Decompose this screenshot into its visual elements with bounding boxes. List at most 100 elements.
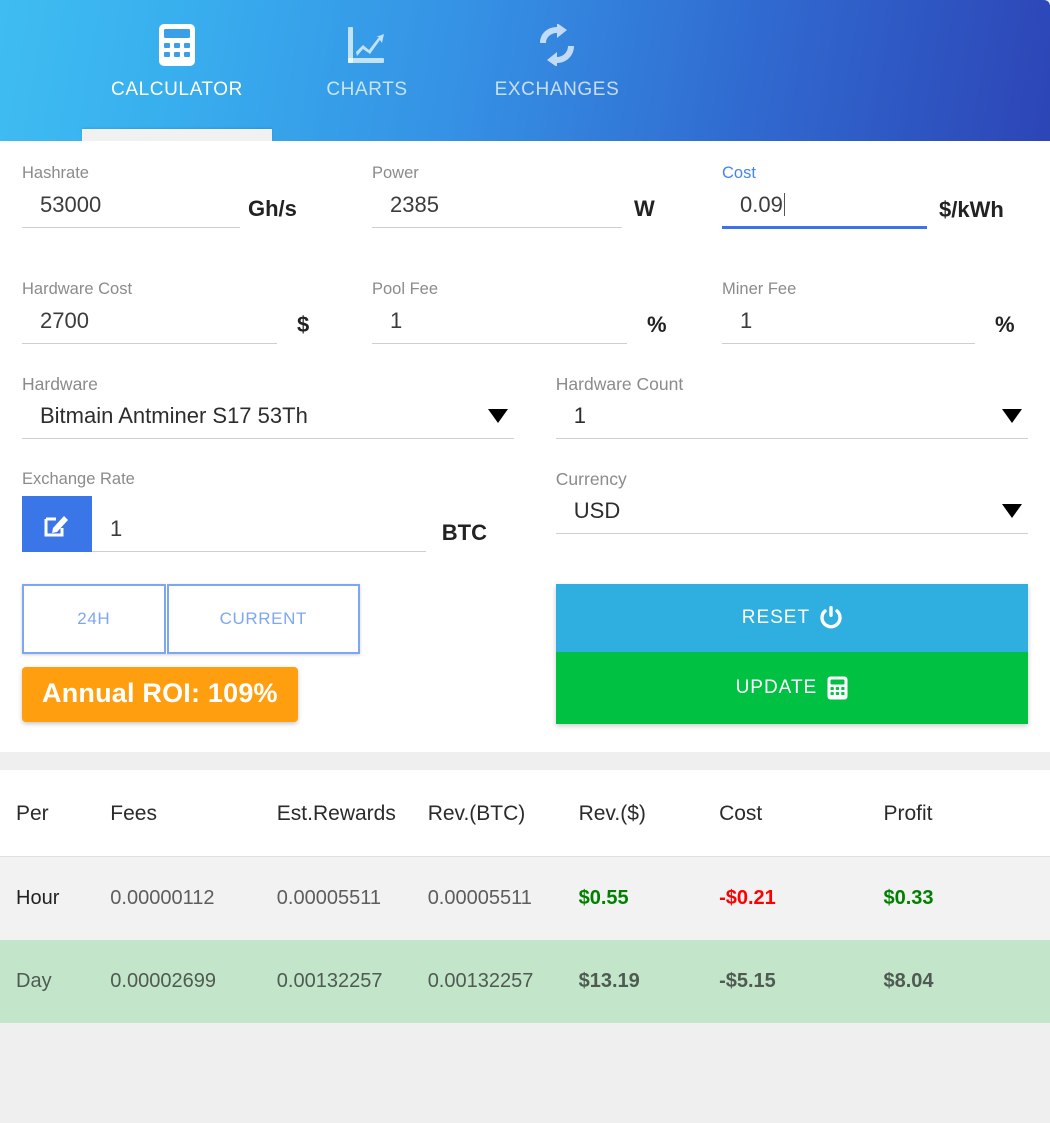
cell-rev-btc: 0.00132257 (427, 969, 534, 992)
field-hashrate: Hashrate 53000 Gh/s (22, 141, 372, 229)
left-actions: 24H CURRENT Annual ROI: 109% (22, 583, 514, 722)
col-header-rev-usd: Rev.($) (578, 769, 720, 857)
hardware-cost-label: Hardware Cost (22, 279, 133, 298)
cell-fees: 0.00000112 (110, 886, 215, 909)
exchange-rate-input[interactable]: 1 (92, 514, 426, 552)
col-header-est-rewards: Est.Rewards (276, 769, 428, 857)
col-header-rev-btc: Rev.(BTC) (427, 769, 579, 857)
cell-est-rewards: 0.00132257 (276, 969, 383, 992)
pool-fee-label: Pool Fee (372, 279, 439, 298)
miner-fee-unit: % (995, 311, 1015, 337)
annual-roi-badge: Annual ROI: 109% (22, 666, 298, 722)
field-miner-fee: Miner Fee 1 % (722, 257, 1028, 344)
hardware-count-select[interactable]: 1 (555, 401, 1028, 439)
right-actions: RESET UPDATE (555, 583, 1028, 724)
hardware-select[interactable]: Bitmain Antminer S17 53Th (22, 401, 514, 439)
cost-label: Cost (722, 164, 756, 182)
calculator-icon (827, 676, 848, 700)
power-input[interactable]: 2385 (372, 190, 622, 228)
miner-fee-input[interactable]: 1 (722, 306, 975, 344)
line-chart-icon (346, 22, 388, 68)
results-table-container: Per Fees Est.Rewards Rev.(BTC) Rev.($) C… (0, 769, 1050, 1023)
exchange-rate-edit-button[interactable] (22, 495, 92, 552)
pool-fee-input[interactable]: 1 (372, 306, 627, 344)
hardware-label: Hardware (22, 373, 98, 394)
results-table: Per Fees Est.Rewards Rev.(BTC) Rev.($) C… (0, 769, 1050, 1023)
hardware-cost-unit: $ (297, 311, 310, 337)
hardware-count-value: 1 (573, 402, 587, 428)
cell-rev-btc: 0.00005511 (427, 886, 532, 909)
col-header-profit: Profit (883, 769, 1050, 857)
currency-value: USD (573, 497, 621, 523)
calculator-icon (158, 22, 196, 68)
chevron-down-icon (1002, 408, 1022, 423)
app-header: CALCULATOR CHARTS EXCHANGES (0, 0, 1050, 141)
chevron-down-icon (1002, 503, 1022, 518)
hardware-cost-input[interactable]: 2700 (22, 306, 277, 344)
update-button-label: UPDATE (735, 676, 818, 698)
cell-est-rewards: 0.00005511 (276, 886, 381, 909)
edit-square-icon (43, 510, 71, 538)
power-icon (820, 605, 842, 630)
cell-profit: $8.04 (883, 969, 934, 992)
currency-label: Currency (555, 468, 627, 489)
col-header-cost: Cost (719, 769, 884, 857)
field-currency: Currency USD (555, 468, 1028, 552)
miner-fee-value: 1 (740, 307, 753, 333)
toggle-current-button[interactable]: CURRENT (166, 583, 360, 654)
field-exchange-rate: Exchange Rate 1 BTC (22, 469, 514, 552)
exchange-rate-value: 1 (110, 515, 123, 541)
toggle-24h-button[interactable]: 24H (22, 583, 166, 654)
tab-calculator-label: CALCULATOR (111, 79, 243, 100)
reset-button[interactable]: RESET (555, 583, 1028, 652)
pool-fee-unit: % (647, 311, 667, 337)
cell-rev-usd: $0.55 (578, 886, 629, 909)
tab-exchanges[interactable]: EXCHANGES (462, 22, 652, 141)
tab-calculator[interactable]: CALCULATOR (82, 22, 272, 141)
hardware-cost-value: 2700 (40, 307, 89, 333)
active-tab-indicator (82, 129, 272, 141)
field-row-2: Hardware Cost 2700 $ Pool Fee 1 % Miner … (0, 257, 1050, 344)
cost-value: 0.09 (740, 192, 783, 217)
tab-charts-label: CHARTS (326, 79, 408, 100)
field-hardware-cost: Hardware Cost 2700 $ (22, 257, 372, 344)
miner-fee-label: Miner Fee (722, 279, 797, 298)
hashrate-unit: Gh/s (248, 196, 297, 221)
cell-profit: $0.33 (883, 886, 934, 909)
hashrate-label: Hashrate (22, 164, 89, 182)
cost-input[interactable]: 0.09 (722, 190, 927, 229)
cell-fees: 0.00002699 (110, 969, 216, 992)
section-divider (0, 751, 1050, 770)
tab-charts[interactable]: CHARTS (272, 22, 462, 141)
calculator-form-card: Hashrate 53000 Gh/s Power 2385 W Cost 0.… (0, 141, 1050, 752)
reset-button-label: RESET (741, 606, 811, 628)
tab-exchanges-label: EXCHANGES (494, 79, 620, 100)
currency-select[interactable]: USD (555, 496, 1028, 534)
chevron-down-icon (487, 408, 508, 423)
cell-per: Day (16, 969, 52, 992)
table-row: Day 0.00002699 0.00132257 0.00132257 $13… (0, 939, 1050, 1023)
field-power: Power 2385 W (372, 141, 722, 229)
exchange-rate-unit: BTC (441, 519, 488, 545)
update-button[interactable]: UPDATE (555, 651, 1028, 724)
action-row: 24H CURRENT Annual ROI: 109% RESET UPDAT… (0, 583, 1050, 724)
hashrate-value: 53000 (40, 192, 102, 217)
sync-exchange-icon (537, 22, 577, 68)
text-caret (783, 193, 785, 216)
table-row: Hour 0.00000112 0.00005511 0.00005511 $0… (0, 856, 1050, 940)
cell-cost: -$0.21 (719, 886, 776, 909)
pool-fee-value: 1 (390, 307, 403, 333)
field-cost: Cost 0.09 $/kWh (722, 141, 1028, 229)
hashrate-input[interactable]: 53000 (22, 190, 240, 228)
hardware-value: Bitmain Antminer S17 53Th (40, 402, 308, 428)
field-row-1: Hashrate 53000 Gh/s Power 2385 W Cost 0.… (0, 141, 1050, 229)
cell-cost: -$5.15 (719, 969, 776, 992)
cost-unit: $/kWh (939, 196, 1004, 222)
cell-rev-usd: $13.19 (578, 969, 640, 992)
col-header-fees: Fees (110, 769, 277, 857)
power-label: Power (372, 164, 419, 182)
hardware-row: Hardware Bitmain Antminer S17 53Th Hardw… (0, 374, 1050, 439)
tab-strip: CALCULATOR CHARTS EXCHANGES (0, 0, 1050, 141)
field-hardware-count: Hardware Count 1 (555, 374, 1028, 439)
results-table-head: Per Fees Est.Rewards Rev.(BTC) Rev.($) C… (0, 769, 1050, 857)
